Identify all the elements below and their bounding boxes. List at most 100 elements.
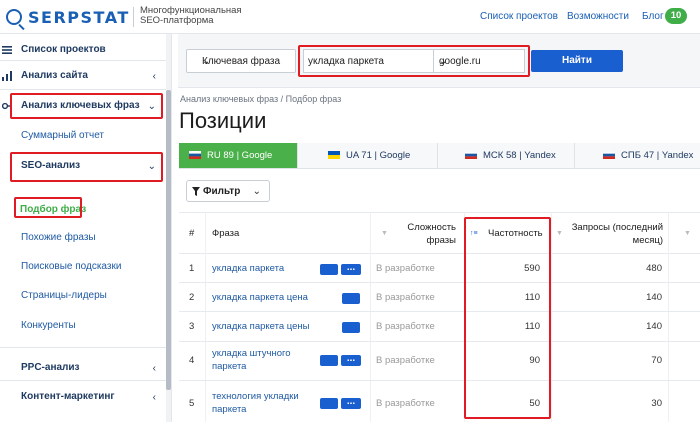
difficulty-status: В разработке — [376, 292, 435, 303]
sort-icon[interactable]: ▼ — [381, 230, 388, 237]
top-header: SERPSTAT Многофункциональная SEO-платфор… — [0, 0, 700, 34]
tab-label: UA 71 | Google — [346, 150, 411, 161]
row-divider — [179, 282, 700, 283]
sidebar-item-label: Страницы-лидеры — [21, 290, 107, 301]
sidebar-item-summary[interactable]: Суммарный отчет — [0, 122, 166, 152]
row-divider — [179, 380, 700, 381]
serpstat-logo[interactable]: SERPSTAT — [6, 7, 130, 27]
video-icon[interactable] — [342, 293, 360, 304]
column-header-difficulty[interactable]: Сложность фразы — [398, 221, 456, 247]
more-icon[interactable]: ... — [341, 397, 361, 409]
column-divider — [668, 212, 669, 422]
sidebar-item-label: Конкуренты — [21, 320, 76, 331]
search-type-select[interactable]: Ключевая фраза ⌄ — [186, 49, 296, 73]
table-header-border — [179, 253, 700, 254]
sidebar-item-label: Контент-маркетинг — [21, 391, 115, 402]
key-icon — [2, 102, 12, 110]
sidebar-scrollbar-thumb[interactable] — [166, 90, 171, 390]
table-top-border — [179, 212, 700, 213]
column-divider — [464, 212, 465, 422]
row-divider — [179, 311, 700, 312]
row-divider — [179, 341, 700, 342]
more-icon[interactable]: ... — [341, 354, 361, 366]
tab-spb-yandex[interactable]: СПБ 47 | Yandex — [593, 143, 700, 168]
video-icon[interactable] — [342, 322, 360, 333]
sidebar-item-keyword-selection[interactable]: Подбор фраз — [0, 196, 166, 226]
filter-button[interactable]: Фильтр ⌄ — [186, 180, 270, 202]
nav-blog-link[interactable]: Блог — [642, 11, 664, 22]
tab-label: СПБ 47 | Yandex — [621, 150, 694, 161]
row-index: 3 — [189, 321, 195, 332]
sidebar-item-competitors[interactable]: Конкуренты — [0, 312, 166, 342]
divider — [0, 380, 166, 381]
column-header-queries[interactable]: Запросы (последний месяц) — [571, 221, 663, 247]
tagline: Многофункциональная SEO-платформа — [140, 5, 242, 26]
tab-ru-google[interactable]: RU 89 | Google — [179, 143, 298, 168]
phrase-link[interactable]: технология укладки паркета — [212, 390, 312, 416]
nav-projects-link[interactable]: Список проектов — [480, 11, 558, 22]
tab-msk-yandex[interactable]: МСК 58 | Yandex — [455, 143, 575, 168]
column-divider — [551, 212, 552, 422]
sidebar-item-seo-analysis[interactable]: SEO-анализ ⌄ — [0, 152, 166, 182]
ru-flag-icon — [465, 151, 477, 159]
sidebar-item-label: Подбор фраз — [20, 204, 87, 215]
phrase-link[interactable]: укладка паркета цены — [212, 320, 309, 333]
chevron-down-icon: ⌄ — [439, 56, 448, 67]
difficulty-status: В разработке — [376, 398, 435, 409]
image-icon[interactable] — [320, 264, 338, 275]
phrase-link[interactable]: укладка паркета — [212, 262, 284, 275]
column-header-frequency[interactable]: Частотность — [488, 228, 543, 239]
queries-value: 140 — [646, 292, 662, 303]
menu-icon — [2, 46, 12, 54]
chevron-left-icon: ‹ — [152, 71, 156, 82]
chevron-left-icon: ‹ — [152, 392, 156, 403]
queries-value: 70 — [651, 355, 662, 366]
magnifier-logo-icon — [6, 9, 22, 25]
keyword-input[interactable] — [303, 49, 433, 73]
more-icon[interactable]: ... — [341, 263, 361, 275]
video-icon[interactable] — [320, 355, 338, 366]
sort-desc-icon[interactable]: ↑≡ — [470, 230, 478, 237]
ua-flag-icon — [328, 151, 340, 159]
breadcrumb: Анализ ключевых фраз / Подбор фраз — [180, 94, 342, 104]
sort-icon[interactable]: ▼ — [556, 230, 563, 237]
difficulty-status: В разработке — [376, 355, 435, 366]
sidebar-item-label: Анализ ключевых фраз — [21, 100, 140, 111]
chevron-down-icon: ⌄ — [202, 56, 211, 67]
ru-flag-icon — [603, 151, 615, 159]
sidebar-item-label: Суммарный отчет — [21, 130, 104, 141]
nav-features-link[interactable]: Возможности — [567, 11, 629, 22]
difficulty-status: В разработке — [376, 263, 435, 274]
divider — [0, 60, 166, 61]
sidebar-item-content-marketing[interactable]: Контент-маркетинг ‹ — [0, 383, 166, 413]
column-header-index: # — [189, 228, 195, 239]
phrase-link[interactable]: укладка паркета цена — [212, 291, 308, 304]
frequency-value: 590 — [524, 263, 540, 274]
frequency-value: 90 — [529, 355, 540, 366]
chevron-down-icon: ⌄ — [147, 161, 156, 172]
blog-count-badge: 10 — [665, 8, 687, 24]
ru-flag-icon — [189, 151, 201, 159]
frequency-value: 110 — [524, 321, 540, 332]
sidebar-item-site-analysis[interactable]: Анализ сайта ‹ — [0, 62, 166, 92]
find-button[interactable]: Найти — [531, 50, 623, 72]
sort-icon[interactable]: ▼ — [684, 230, 691, 237]
divider — [0, 89, 166, 90]
sidebar-item-label: Список проектов — [21, 44, 106, 55]
sidebar-item-keyword-analysis[interactable]: Анализ ключевых фраз ⌄ — [0, 92, 166, 122]
row-index: 1 — [189, 263, 195, 274]
logo-divider — [133, 7, 134, 27]
sidebar-item-label: PPC-анализ — [21, 362, 80, 373]
column-header-phrase[interactable]: Фраза — [212, 228, 239, 239]
database-select[interactable]: google.ru ⌄ — [433, 49, 525, 73]
column-divider — [205, 212, 206, 422]
sidebar-item-search-suggestions[interactable]: Поисковые подсказки — [0, 253, 166, 283]
video-icon[interactable] — [320, 398, 338, 409]
sidebar-item-similar-phrases[interactable]: Похожие фразы — [0, 224, 166, 254]
tab-ua-google[interactable]: UA 71 | Google — [318, 143, 438, 168]
sidebar-item-top-pages[interactable]: Страницы-лидеры — [0, 282, 166, 312]
queries-value: 30 — [651, 398, 662, 409]
column-divider — [370, 212, 371, 422]
phrase-link[interactable]: укладка штучного паркета — [212, 347, 302, 373]
queries-value: 140 — [646, 321, 662, 332]
